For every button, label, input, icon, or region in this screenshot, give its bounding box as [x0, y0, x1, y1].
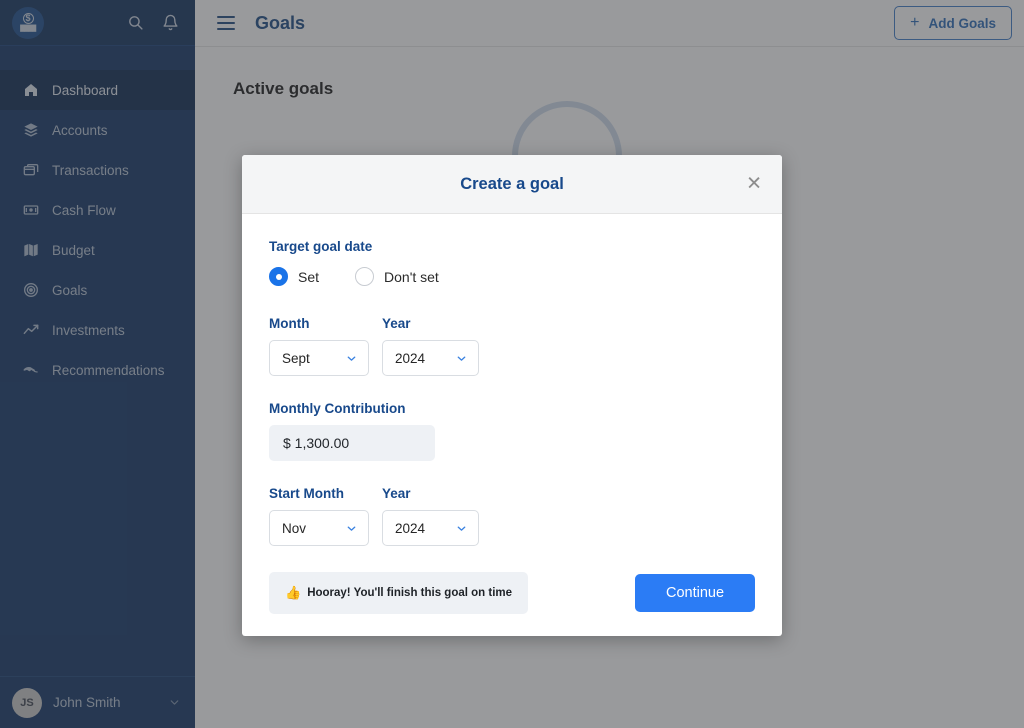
- radio-option-dont-set[interactable]: Don't set: [355, 267, 439, 286]
- year-label: Year: [382, 316, 479, 331]
- start-year-field: Year 2024: [382, 486, 479, 546]
- monthly-contribution-input[interactable]: $ 1,300.00: [269, 425, 435, 461]
- app-root: $ ████: [0, 0, 1024, 728]
- start-year-select-value: 2024: [395, 521, 425, 536]
- start-month-field: Start Month Nov: [269, 486, 369, 546]
- start-month-select-value: Nov: [282, 521, 306, 536]
- year-select[interactable]: 2024: [382, 340, 479, 376]
- start-month-label: Start Month: [269, 486, 369, 501]
- radio-set-indicator[interactable]: [269, 267, 288, 286]
- start-month-select[interactable]: Nov: [269, 510, 369, 546]
- monthly-contribution-label: Monthly Contribution: [269, 401, 755, 416]
- monthly-contribution-value: $ 1,300.00: [283, 435, 349, 451]
- radio-dont-set-label: Don't set: [384, 269, 439, 285]
- month-field: Month Sept: [269, 316, 369, 376]
- modal-body: Target goal date Set Don't set Month Sep…: [242, 214, 782, 636]
- radio-option-set[interactable]: Set: [269, 267, 319, 286]
- target-date-selects-row: Month Sept Year 2024: [269, 316, 755, 376]
- modal-header: Create a goal ✕: [242, 155, 782, 214]
- spacer: [269, 376, 755, 401]
- month-select-value: Sept: [282, 351, 310, 366]
- radio-dont-set-indicator[interactable]: [355, 267, 374, 286]
- modal-title: Create a goal: [460, 175, 564, 194]
- create-goal-modal: Create a goal ✕ Target goal date Set Don…: [242, 155, 782, 636]
- target-goal-date-radio-group: Set Don't set: [269, 267, 755, 286]
- chevron-down-icon: [455, 352, 468, 365]
- status-badge-text: Hooray! You'll finish this goal on time: [307, 587, 512, 599]
- status-badge: 👍 Hooray! You'll finish this goal on tim…: [269, 572, 528, 614]
- start-year-select[interactable]: 2024: [382, 510, 479, 546]
- thumbs-up-icon: 👍: [285, 585, 301, 601]
- chevron-down-icon: [345, 522, 358, 535]
- continue-button[interactable]: Continue: [635, 574, 755, 612]
- month-select[interactable]: Sept: [269, 340, 369, 376]
- start-date-selects-row: Start Month Nov Year 2024: [269, 486, 755, 546]
- year-select-value: 2024: [395, 351, 425, 366]
- month-label: Month: [269, 316, 369, 331]
- chevron-down-icon: [345, 352, 358, 365]
- close-icon[interactable]: ✕: [742, 171, 766, 198]
- start-year-label: Year: [382, 486, 479, 501]
- spacer: [269, 461, 755, 486]
- radio-set-label: Set: [298, 269, 319, 285]
- target-goal-date-label: Target goal date: [269, 239, 755, 254]
- year-field: Year 2024: [382, 316, 479, 376]
- chevron-down-icon: [455, 522, 468, 535]
- modal-footer: 👍 Hooray! You'll finish this goal on tim…: [269, 572, 755, 614]
